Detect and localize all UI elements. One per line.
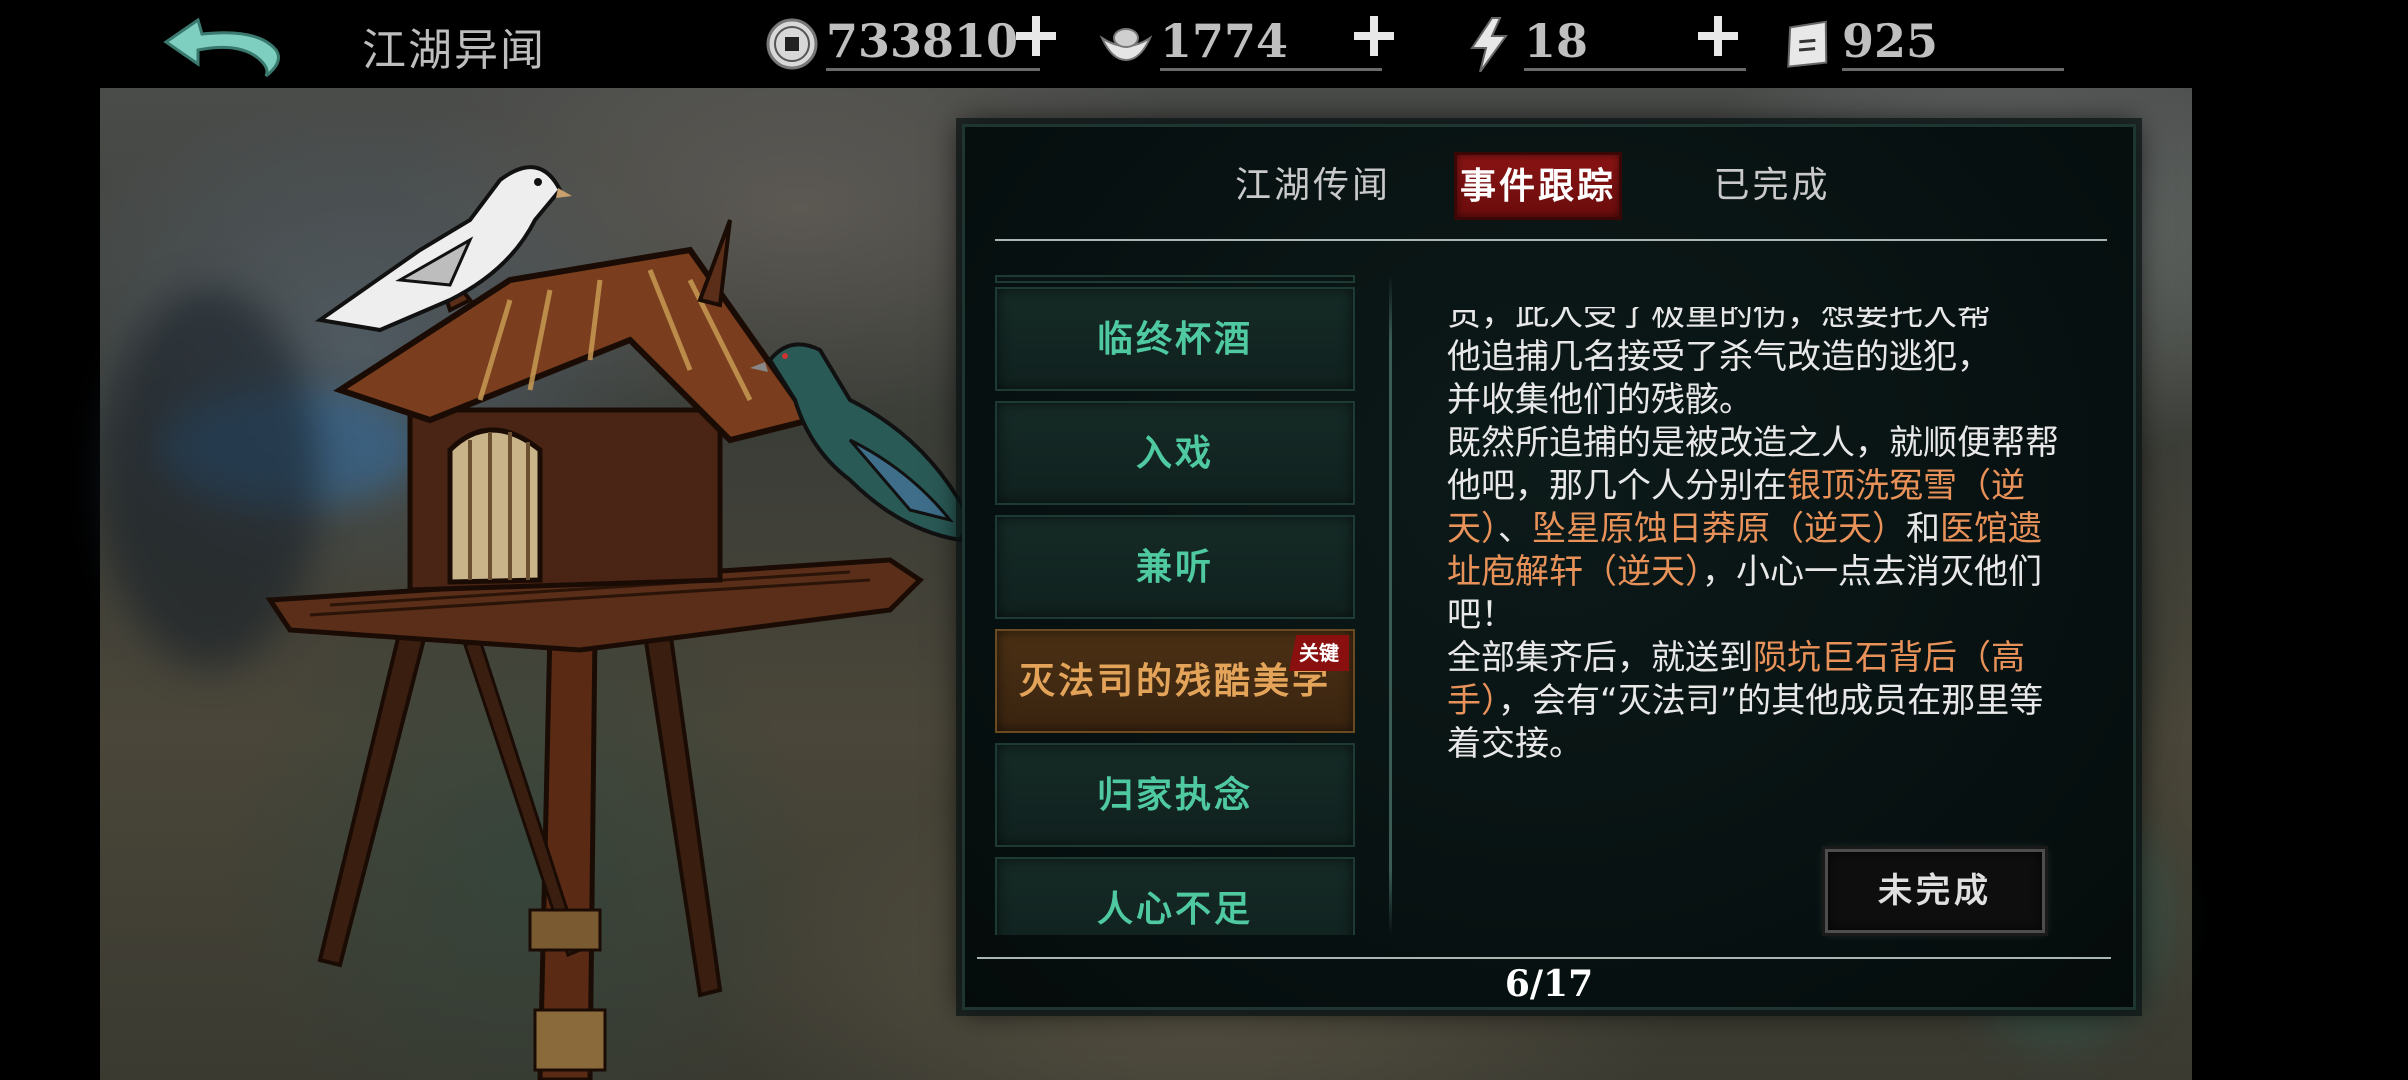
- silver-underline: [1160, 68, 1382, 71]
- tickets-underline: [1842, 68, 2064, 71]
- stamina-underline: [1524, 68, 1746, 71]
- quest-item[interactable]: 入戏: [995, 401, 1355, 505]
- add-silver-button[interactable]: [1352, 14, 1396, 58]
- tab-bar: 江湖传闻 事件跟踪 已完成: [965, 147, 2133, 227]
- add-coins-button[interactable]: [1014, 14, 1058, 58]
- tickets-value: 925: [1842, 14, 1939, 68]
- list-item-partial: [995, 275, 1355, 283]
- silver-value: 1774: [1160, 14, 1289, 68]
- key-quest-badge: 关键: [1289, 635, 1349, 671]
- back-arrow-icon: [163, 17, 280, 78]
- top-bar: 江湖异闻 733810 1774 18 925: [0, 0, 2408, 88]
- quest-item[interactable]: 兼听: [995, 515, 1355, 619]
- status-button[interactable]: 未完成: [1822, 846, 2048, 936]
- silver-ingot-icon: [1099, 28, 1153, 62]
- tab-completed[interactable]: 已完成: [1709, 155, 1835, 217]
- quest-description: 贡，此人受了极重的伤，想要托人帮 他追捕几名接受了杀气改造的逃犯， 并收集他们的…: [1447, 307, 2067, 767]
- quest-list[interactable]: 临终杯酒 入戏 兼听 灭法司的残酷美学 关键 归家执念 人心不足: [995, 275, 1363, 935]
- page-title: 江湖异闻: [362, 25, 546, 76]
- tab-divider: [995, 239, 2107, 241]
- coins-underline: [826, 68, 1040, 71]
- pigeon-house-illustration: [265, 165, 970, 1080]
- coins-value: 733810: [826, 14, 1019, 68]
- quest-item[interactable]: 人心不足: [995, 857, 1355, 935]
- quest-panel: 江湖传闻 事件跟踪 已完成 临终杯酒 入戏 兼听 灭法司的残酷美学 关键 归家执…: [962, 124, 2136, 1010]
- list-divider: [1389, 275, 1392, 935]
- description-paragraph: 全部集齐后，就送到陨坑巨石背后（高手），会有“灭法司”的其他成员在那里等着交接。: [1447, 638, 2044, 764]
- add-stamina-button[interactable]: [1696, 14, 1740, 58]
- tab-event-tracking[interactable]: 事件跟踪: [1457, 155, 1619, 217]
- page-indicator: 6/17: [1504, 963, 1594, 1005]
- description-line: 他追捕几名接受了杀气改造的逃犯，: [1447, 337, 1991, 377]
- quest-item-label: 灭法司的残酷美学: [1018, 660, 1331, 702]
- tab-rumors[interactable]: 江湖传闻: [1233, 155, 1393, 217]
- ticket-scroll-icon: [1787, 20, 1828, 68]
- wooden-stand: [317, 627, 723, 1080]
- lightning-stamina-icon: [1470, 17, 1508, 72]
- quest-item[interactable]: 临终杯酒: [995, 287, 1355, 391]
- bottom-divider: [977, 957, 2111, 959]
- back-button[interactable]: [158, 12, 288, 82]
- resource-coins: 733810: [764, 8, 1044, 72]
- description-line: 并收集他们的残骸。: [1447, 380, 1753, 420]
- quest-item[interactable]: 归家执念: [995, 743, 1355, 847]
- resource-tickets: 925: [1780, 8, 2080, 72]
- copper-coin-icon: [766, 18, 818, 70]
- green-pigeon: [750, 342, 970, 543]
- description-paragraph: 既然所追捕的是被改造之人，就顺便帮帮他吧，那几个人分别在银顶洗冤雪（逆天）、坠星…: [1447, 423, 2059, 635]
- location-link[interactable]: 坠星原蚀日莽原（逆天）: [1532, 509, 1906, 549]
- stamina-value: 18: [1524, 14, 1589, 68]
- description-line-clipped: 贡，此人受了极重的伤，想要托人帮: [1447, 307, 1991, 334]
- quest-item-selected[interactable]: 灭法司的残酷美学 关键: [995, 629, 1355, 733]
